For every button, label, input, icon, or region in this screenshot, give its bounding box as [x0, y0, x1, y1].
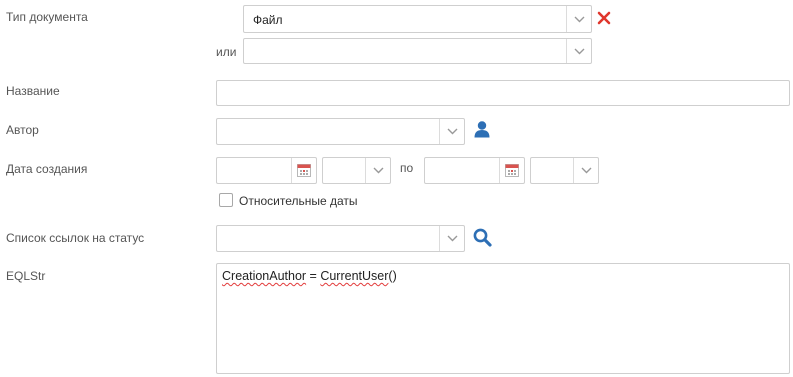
chevron-down-icon[interactable] — [566, 6, 591, 32]
doc-type-select-2[interactable] — [243, 38, 592, 64]
eqlstr-token-1: CreationAuthor — [222, 269, 307, 283]
to-date-input[interactable] — [424, 157, 525, 184]
name-input[interactable] — [216, 80, 790, 106]
eqlstr-text: CreationAuthor = CurrentUser() — [222, 269, 397, 283]
chevron-down-icon[interactable] — [439, 119, 464, 144]
doc-type-value: Файл — [253, 13, 283, 27]
created-label: Дата создания — [6, 162, 88, 176]
calendar-icon[interactable] — [499, 158, 524, 183]
calendar-icon[interactable] — [291, 158, 316, 183]
chevron-down-icon[interactable] — [365, 158, 390, 183]
status-links-select[interactable] — [216, 225, 465, 252]
chevron-down-icon[interactable] — [573, 158, 598, 183]
to-time-select[interactable] — [530, 157, 599, 184]
search-icon[interactable] — [473, 228, 492, 247]
status-links-label: Список ссылок на статус — [6, 231, 145, 245]
doc-type-label: Тип документа — [6, 10, 88, 24]
chevron-down-icon[interactable] — [566, 39, 591, 63]
eqlstr-label: EQLStr — [6, 269, 46, 283]
name-label: Название — [6, 84, 60, 98]
eqlstr-token-2: CurrentUser — [320, 269, 389, 283]
author-label: Автор — [6, 123, 39, 137]
remove-icon[interactable] — [597, 11, 611, 25]
author-select[interactable] — [216, 118, 465, 145]
chevron-down-icon[interactable] — [439, 226, 464, 251]
eqlstr-parens: () — [388, 269, 397, 283]
relative-dates-label: Относительные даты — [239, 194, 358, 208]
from-time-select[interactable] — [322, 157, 391, 184]
doc-type-select[interactable]: Файл — [243, 5, 592, 33]
or-label: или — [216, 45, 237, 59]
eqlstr-operator: = — [306, 269, 321, 283]
to-label: по — [400, 161, 414, 175]
from-date-input[interactable] — [216, 157, 317, 184]
relative-dates-checkbox[interactable] — [219, 193, 233, 207]
eqlstr-textarea[interactable]: CreationAuthor = CurrentUser() — [216, 263, 790, 374]
user-icon[interactable] — [473, 120, 491, 138]
